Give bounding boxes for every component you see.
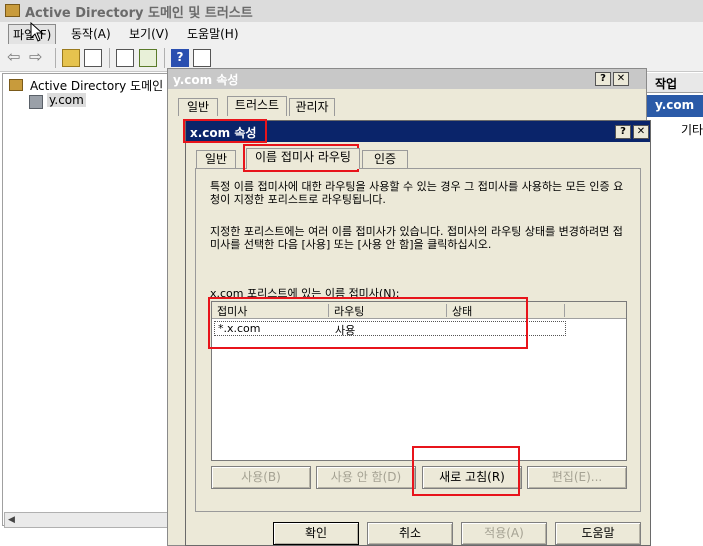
dialog-title-bar: x.com 속성 ? ✕ [186, 121, 650, 142]
main-window-title: Active Directory 도메인 및 트러스트 [25, 6, 253, 21]
help-icon[interactable]: ? [171, 49, 189, 67]
list-header: 접미사 라우팅 상태 [212, 302, 626, 319]
column-divider [328, 304, 329, 317]
menu-help[interactable]: 도움말(H) [187, 25, 239, 42]
back-arrow-icon[interactable]: ⇦ [7, 49, 20, 65]
properties-icon[interactable] [116, 49, 134, 67]
suffix-list-label: x.com 포리스트에 있는 이름 접미사(N): [210, 287, 400, 300]
refresh-button[interactable]: 새로 고침(R) [422, 466, 522, 489]
action-pane-more-actions[interactable]: 기타 [681, 121, 703, 138]
tree-item-y-com[interactable]: y.com [47, 93, 86, 107]
column-divider [564, 304, 565, 317]
row-suffix: *.x.com [218, 322, 261, 335]
dialog-title: x.com 속성 [190, 126, 257, 140]
outer-tab-managers[interactable]: 관리자 [289, 98, 335, 116]
description-status: 지정한 포리스트에는 여러 이름 접미사가 있습니다. 접미사의 라우팅 상태를… [210, 225, 623, 251]
menu-view[interactable]: 보기(V) [129, 25, 169, 42]
tree-root-label[interactable]: Active Directory 도메인 및 [30, 77, 178, 94]
mouse-cursor-icon [30, 22, 44, 42]
properties-dialog: x.com 속성 ? ✕ 일반 이름 접미사 라우팅 인증 특정 이름 접미사에… [185, 120, 651, 546]
action-pane-selected-item[interactable]: y.com [647, 95, 703, 117]
column-header-status[interactable]: 상태 [452, 303, 472, 319]
toolbar-separator [55, 48, 56, 68]
menu-bar: 파일(F) 동작(A) 보기(V) 도움말(H) [0, 22, 703, 45]
up-folder-icon[interactable] [62, 49, 80, 67]
dialog-close-button[interactable]: ✕ [633, 125, 649, 139]
help-button[interactable]: 도움말 [555, 522, 641, 545]
main-title-bar: Active Directory 도메인 및 트러스트 [0, 0, 703, 22]
ok-button[interactable]: 확인 [273, 522, 359, 545]
horizontal-scrollbar[interactable]: ◀ [4, 512, 168, 528]
tab-page: 특정 이름 접미사에 대한 라우팅을 사용할 수 있는 경우 그 접미사를 사용… [195, 168, 641, 512]
menu-action[interactable]: 동작(A) [71, 25, 111, 42]
cancel-button[interactable]: 취소 [367, 522, 453, 545]
outer-dialog-title: y.com 속성 [173, 73, 239, 87]
tab-authentication[interactable]: 인증 [362, 150, 408, 168]
apply-button[interactable]: 적용(A) [461, 522, 547, 545]
suffix-list-view[interactable]: 접미사 라우팅 상태 *.x.com 사용 [211, 301, 627, 461]
outer-help-button[interactable]: ? [595, 72, 611, 86]
outer-dialog-title-bar: y.com 속성 ? ✕ [168, 69, 646, 89]
edit-button[interactable]: 편집(E)... [527, 466, 627, 489]
toolbar-separator [109, 48, 110, 68]
outer-close-button[interactable]: ✕ [613, 72, 629, 86]
scroll-left-arrow-icon[interactable]: ◀ [8, 515, 15, 525]
column-header-routing[interactable]: 라우팅 [334, 303, 364, 319]
tab-name-suffix-routing[interactable]: 이름 접미사 라우팅 [246, 148, 360, 169]
outer-tab-general[interactable]: 일반 [178, 98, 218, 116]
ad-domains-icon [5, 4, 20, 17]
description-routing: 특정 이름 접미사에 대한 라우팅을 사용할 수 있는 경우 그 접미사를 사용… [210, 180, 624, 206]
domain-icon [29, 95, 43, 109]
action-pane: 작업 y.com 기타 [646, 73, 703, 546]
export-list-icon[interactable] [139, 49, 157, 67]
console-tree-icon[interactable] [84, 49, 102, 67]
outer-tab-trusts[interactable]: 트러스트 [227, 96, 287, 116]
toolbar-separator [164, 48, 165, 68]
table-row[interactable]: *.x.com 사용 [214, 321, 566, 337]
show-hide-action-pane-icon[interactable] [193, 49, 211, 67]
tab-general[interactable]: 일반 [196, 150, 236, 168]
row-routing: 사용 [335, 324, 356, 337]
disable-button[interactable]: 사용 안 함(D) [316, 466, 416, 489]
dialog-help-button[interactable]: ? [615, 125, 631, 139]
forward-arrow-icon[interactable]: ⇨ [29, 49, 42, 65]
console-tree-pane: Active Directory 도메인 및 y.com [2, 73, 178, 526]
action-pane-header: 작업 [647, 73, 703, 93]
enable-button[interactable]: 사용(B) [211, 466, 311, 489]
ad-domains-icon [9, 79, 23, 91]
column-header-suffix[interactable]: 접미사 [217, 303, 247, 319]
column-divider [446, 304, 447, 317]
